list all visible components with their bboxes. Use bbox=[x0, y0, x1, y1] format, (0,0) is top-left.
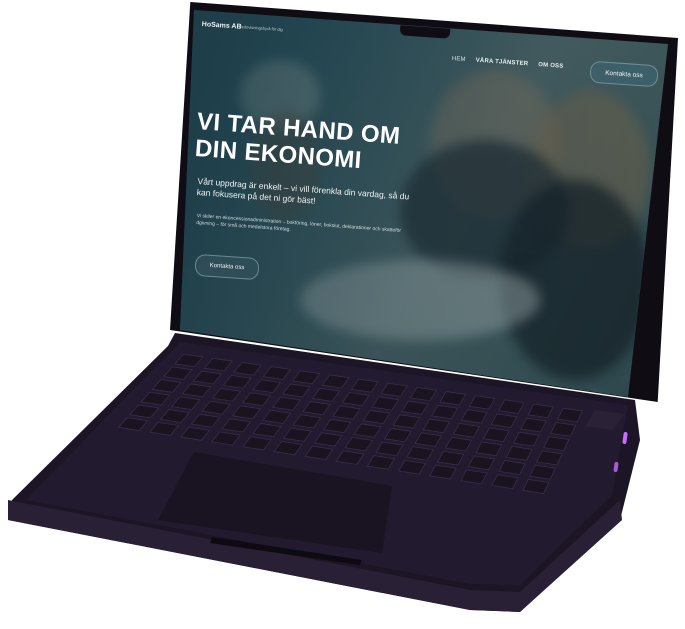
keyboard-key[interactable] bbox=[252, 379, 282, 394]
keyboard-key[interactable] bbox=[557, 407, 583, 423]
keyboard-key[interactable] bbox=[159, 409, 191, 423]
keyboard-key[interactable] bbox=[117, 417, 149, 431]
keyboard-key[interactable] bbox=[321, 374, 350, 389]
keyboard-key[interactable] bbox=[430, 404, 459, 420]
keyboard-key[interactable] bbox=[513, 431, 540, 447]
keyboard-key[interactable] bbox=[262, 366, 292, 380]
keyboard-key[interactable] bbox=[151, 379, 182, 393]
keyboard-key[interactable] bbox=[353, 423, 382, 438]
keyboard-key[interactable] bbox=[148, 421, 180, 436]
keyboard-key[interactable] bbox=[302, 401, 331, 416]
keyboard-key[interactable] bbox=[383, 427, 412, 443]
keyboard-key[interactable] bbox=[520, 417, 547, 433]
keyboard-key[interactable] bbox=[282, 427, 313, 442]
keyboard-key[interactable] bbox=[291, 370, 321, 385]
keyboard-key[interactable] bbox=[529, 464, 557, 480]
keyboard-key[interactable] bbox=[505, 445, 533, 461]
keyboard-key[interactable] bbox=[366, 455, 396, 470]
keyboard-key[interactable] bbox=[190, 413, 221, 428]
keyboard-key[interactable] bbox=[436, 450, 465, 466]
keyboard-key[interactable] bbox=[181, 383, 212, 398]
keyboard-key[interactable] bbox=[252, 423, 282, 438]
keyboard-key[interactable] bbox=[401, 400, 429, 415]
keyboard-key[interactable] bbox=[536, 450, 563, 466]
keyboard-key[interactable] bbox=[221, 418, 252, 433]
keyboard-key[interactable] bbox=[452, 423, 480, 438]
keyboard-key[interactable] bbox=[498, 460, 526, 475]
keyboard-key[interactable] bbox=[311, 387, 341, 402]
keyboard-key[interactable] bbox=[491, 474, 519, 490]
keyboard-key[interactable] bbox=[490, 413, 518, 428]
keyboard-key[interactable] bbox=[460, 409, 488, 424]
keyboard-key[interactable] bbox=[129, 404, 160, 419]
keyboard-key[interactable] bbox=[406, 446, 435, 461]
nav-item-home[interactable]: HEM bbox=[452, 56, 466, 63]
keyboard-key[interactable] bbox=[281, 383, 311, 398]
keyboard-key[interactable] bbox=[179, 426, 211, 441]
keyboard-key[interactable] bbox=[482, 427, 510, 443]
keyboard-key[interactable] bbox=[371, 396, 400, 411]
keyboard-key[interactable] bbox=[341, 392, 370, 407]
keyboard-key[interactable] bbox=[313, 432, 343, 447]
keyboard-key[interactable] bbox=[304, 445, 334, 461]
keyboard-key[interactable] bbox=[273, 440, 303, 456]
keyboard-key[interactable] bbox=[422, 418, 451, 434]
keyboard-key[interactable] bbox=[242, 436, 272, 451]
laptop-mockup: HoSams AB Redovisningsbyrå för dig HEM V… bbox=[0, 0, 685, 629]
keyboard-key[interactable] bbox=[323, 418, 352, 434]
keyboard-key[interactable] bbox=[170, 396, 201, 411]
keyboard-key[interactable] bbox=[192, 370, 223, 385]
keyboard-key[interactable] bbox=[444, 436, 473, 452]
header-contact-button[interactable]: Kontakta oss bbox=[589, 60, 659, 88]
keyboard-key[interactable] bbox=[428, 464, 457, 480]
keyboard-key[interactable] bbox=[460, 469, 488, 485]
keyboard-key[interactable] bbox=[140, 391, 171, 406]
keyboard-key[interactable] bbox=[350, 378, 379, 393]
keyboard-key[interactable] bbox=[362, 409, 391, 425]
keyboard-key[interactable] bbox=[332, 405, 361, 420]
keyboard-key[interactable] bbox=[475, 441, 503, 457]
keyboard-key[interactable] bbox=[392, 414, 421, 429]
keyboard-key[interactable] bbox=[380, 382, 408, 397]
keyboard-key[interactable] bbox=[498, 399, 525, 414]
keyboard-key[interactable] bbox=[467, 455, 496, 471]
keyboard-key[interactable] bbox=[174, 353, 204, 368]
keyboard-key[interactable] bbox=[414, 432, 443, 447]
keyboard-key[interactable] bbox=[233, 362, 263, 376]
keyboard-key[interactable] bbox=[344, 436, 374, 452]
keyboard-key[interactable] bbox=[231, 405, 262, 420]
keyboard-key[interactable] bbox=[439, 391, 467, 406]
keyboard-key[interactable] bbox=[211, 387, 242, 402]
keyboard-key[interactable] bbox=[203, 357, 233, 372]
keyboard-key[interactable] bbox=[292, 414, 322, 429]
keyboard-key[interactable] bbox=[335, 450, 365, 465]
keyboard-key[interactable] bbox=[527, 403, 554, 419]
keyboard-key[interactable] bbox=[409, 386, 438, 402]
keyboard-key[interactable] bbox=[397, 459, 426, 475]
keyboard-key[interactable] bbox=[201, 400, 231, 415]
keyboard-key[interactable] bbox=[222, 374, 252, 389]
hero-contact-button[interactable]: Kontakta oss bbox=[194, 253, 260, 281]
keyboard-key[interactable] bbox=[543, 436, 570, 452]
keyboard-key[interactable] bbox=[375, 441, 404, 457]
keyboard-key[interactable] bbox=[522, 478, 550, 494]
keyboard-key[interactable] bbox=[262, 409, 292, 424]
keyboard-key[interactable] bbox=[162, 366, 193, 380]
keyboard-key[interactable] bbox=[272, 396, 301, 411]
keyboard-key[interactable] bbox=[468, 395, 496, 410]
keyboard-key[interactable] bbox=[241, 392, 272, 407]
keyboard-key[interactable] bbox=[550, 421, 577, 437]
keyboard-key[interactable] bbox=[211, 431, 241, 446]
